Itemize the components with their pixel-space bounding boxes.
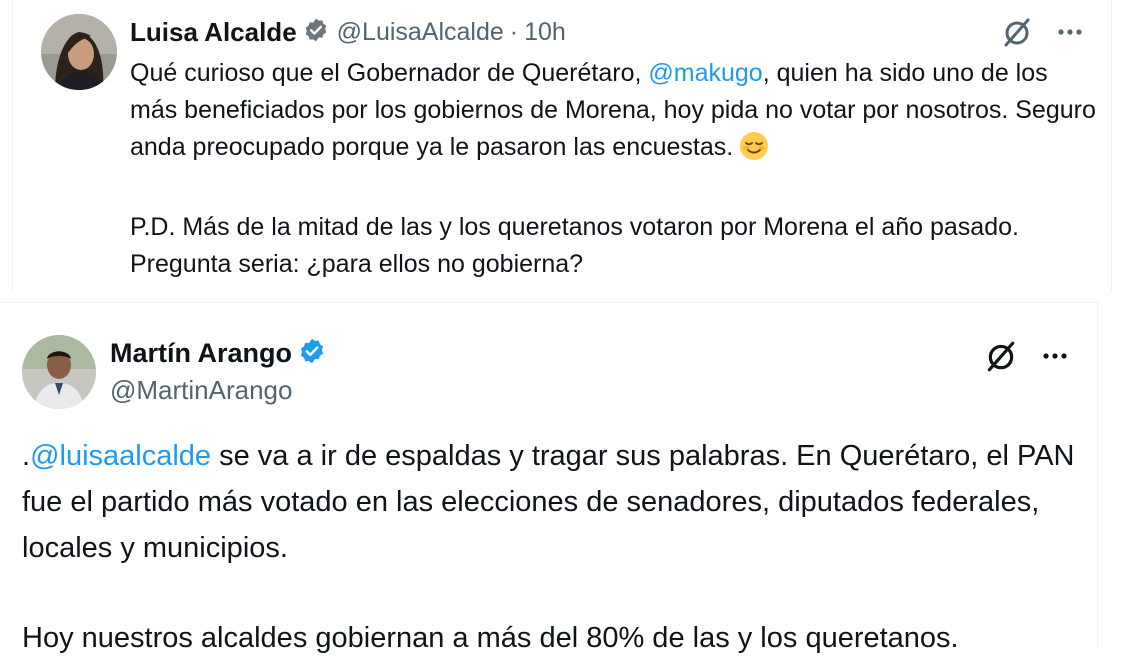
tweet-actions (1001, 16, 1083, 48)
separator-dot: · (509, 17, 519, 46)
tweet-text: .@luisaalcalde se va a ir de espaldas y … (22, 433, 1082, 661)
mention-link[interactable]: @makugo (648, 59, 762, 87)
more-icon[interactable] (1042, 352, 1068, 360)
avatar-luisa-image (41, 14, 117, 90)
author-name-row: Martín Arango (110, 337, 326, 370)
tweet-martin-arango[interactable]: Martín Arango @MartinArango .@luisaalcal… (0, 302, 1098, 654)
author-name[interactable]: Martín Arango (110, 338, 292, 369)
grok-icon[interactable] (1001, 16, 1033, 48)
tweet-text: Qué curioso que el Gobernador de Queréta… (130, 55, 1100, 283)
text-segment: . (22, 440, 31, 472)
tweet-paragraph-1: Qué curioso que el Gobernador de Queréta… (130, 55, 1100, 172)
mention-link[interactable]: @luisaalcalde (30, 440, 211, 472)
tweet-header: Luisa Alcalde @LuisaAlcalde · 10h (130, 14, 566, 50)
avatar[interactable] (41, 14, 117, 90)
tweet-paragraph-2: P.D. Más de la mitad de las y los queret… (130, 213, 1019, 278)
author-name[interactable]: Luisa Alcalde (130, 17, 297, 48)
relieved-face-emoji-icon (739, 131, 769, 172)
tweet-luisa-alcalde[interactable]: Luisa Alcalde @LuisaAlcalde · 10h Qué cu… (12, 0, 1112, 292)
author-handle[interactable]: @MartinArango (110, 375, 292, 406)
verified-badge-icon (298, 337, 326, 370)
more-icon[interactable] (1057, 28, 1083, 36)
verified-badge-icon (303, 17, 329, 48)
tweet-actions (984, 339, 1068, 373)
avatar[interactable] (22, 335, 96, 409)
avatar-martin-image (22, 335, 96, 409)
tweet-paragraph-2: Hoy nuestros alcaldes gobiernan a más de… (22, 622, 959, 654)
tweet-paragraph-1: .@luisaalcalde se va a ir de espaldas y … (22, 433, 1082, 571)
author-handle[interactable]: @LuisaAlcalde (337, 18, 504, 47)
timestamp[interactable]: 10h (524, 18, 566, 47)
grok-icon[interactable] (984, 339, 1018, 373)
text-segment: Qué curioso que el Gobernador de Queréta… (130, 59, 649, 87)
